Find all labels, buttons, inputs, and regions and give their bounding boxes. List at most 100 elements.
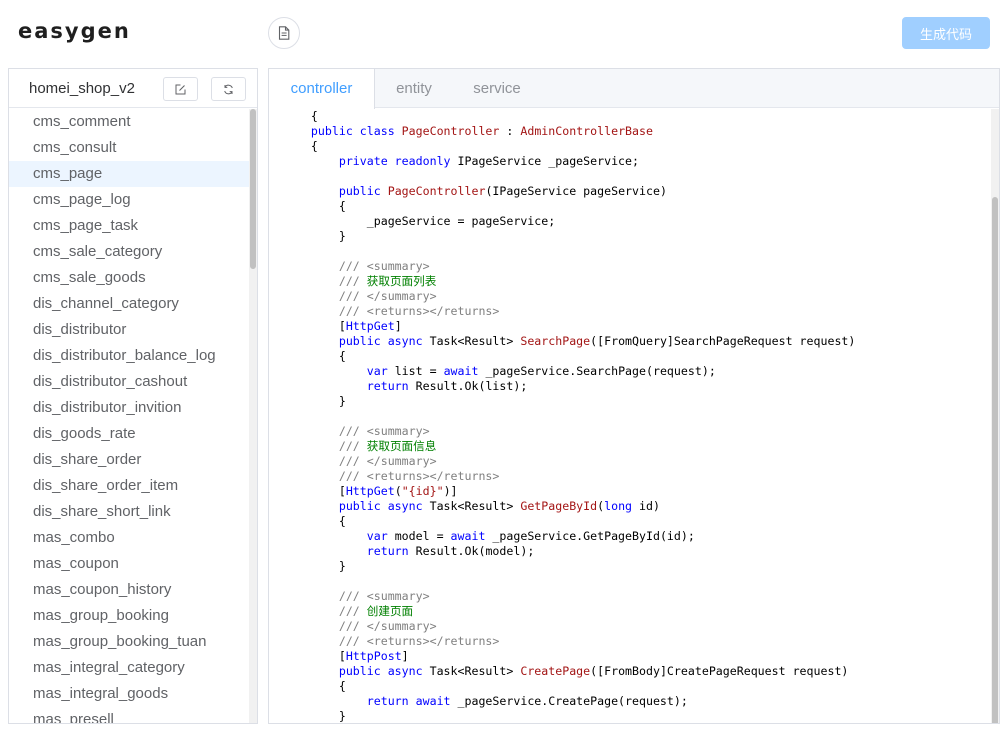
table-list-item[interactable]: cms_sale_category — [9, 239, 251, 265]
sidebar-scrollbar[interactable] — [249, 109, 257, 723]
table-list-item[interactable]: mas_combo — [9, 525, 251, 551]
code-line: public class PageController : AdminContr… — [283, 124, 991, 139]
code-scrollbar-thumb[interactable] — [992, 197, 998, 723]
code-token: { — [283, 514, 346, 528]
table-list-item[interactable]: mas_presell — [9, 707, 251, 723]
code-scrollbar[interactable] — [991, 109, 999, 723]
code-line: /// <returns></returns> — [283, 304, 991, 319]
code-line: public async Task<Result> CreatePage([Fr… — [283, 664, 991, 679]
table-list-item[interactable]: cms_consult — [9, 135, 251, 161]
code-token: ([FromQuery]SearchPageRequest request) — [590, 334, 856, 348]
table-list-item[interactable]: mas_group_booking — [9, 603, 251, 629]
code-line: } — [283, 559, 991, 574]
code-line: /// </summary> — [283, 619, 991, 634]
code-line: /// </summary> — [283, 289, 991, 304]
code-line: { — [283, 199, 991, 214]
table-list-item[interactable]: dis_distributor_balance_log — [9, 343, 251, 369]
table-list-item[interactable]: mas_integral_category — [9, 655, 251, 681]
code-token: Task<Result> — [429, 334, 521, 348]
code-token: _pageService.SearchPage(request); — [485, 364, 716, 378]
code-line: /// 创建页面 — [283, 604, 991, 619]
code-token: await — [450, 529, 493, 543]
table-list-item[interactable]: cms_page_task — [9, 213, 251, 239]
table-list-item[interactable]: mas_group_booking_tuan — [9, 629, 251, 655]
code-token: /// </summary> — [338, 454, 437, 468]
code-token: public class — [310, 124, 402, 138]
tab-entity[interactable]: entity — [375, 69, 453, 108]
code-line: var list = await _pageService.SearchPage… — [283, 364, 991, 379]
table-list-item[interactable]: mas_integral_goods — [9, 681, 251, 707]
code-token: { — [283, 139, 318, 153]
code-token: _pageService = pageService; — [283, 214, 556, 228]
table-list-item[interactable]: mas_coupon_history — [9, 577, 251, 603]
code-token: long — [604, 499, 640, 513]
code-token: } — [283, 709, 346, 723]
generate-code-button[interactable]: 生成代码 — [902, 17, 990, 49]
table-list-item[interactable]: cms_sale_goods — [9, 265, 251, 291]
sidebar-scrollbar-thumb[interactable] — [250, 109, 256, 269]
app-logo: easygen — [18, 19, 131, 43]
table-list-item[interactable]: dis_share_order — [9, 447, 251, 473]
code-token: { — [283, 679, 346, 693]
code-token: var — [366, 529, 395, 543]
code-line: public async Task<Result> GetPageById(lo… — [283, 499, 991, 514]
code-line: return Result.Ok(list); — [283, 379, 991, 394]
code-token: Result.Ok(model); — [415, 544, 535, 558]
refresh-button[interactable] — [211, 77, 246, 101]
code-token: /// — [338, 439, 367, 453]
code-line: /// <summary> — [283, 589, 991, 604]
code-view[interactable]: { public class PageController : AdminCon… — [269, 109, 991, 723]
code-line: [HttpPost] — [283, 649, 991, 664]
code-token: HttpGet — [345, 484, 395, 498]
code-line: { — [283, 139, 991, 154]
table-list-item[interactable]: cms_comment — [9, 109, 251, 135]
table-list-item[interactable]: dis_distributor_invition — [9, 395, 251, 421]
table-list-item[interactable]: cms_page_log — [9, 187, 251, 213]
table-list-item[interactable]: dis_goods_rate — [9, 421, 251, 447]
code-line: { — [283, 514, 991, 529]
code-line: { — [283, 349, 991, 364]
code-token: list = — [394, 364, 444, 378]
app-header: easygen 生成代码 — [0, 0, 1008, 68]
edit-button[interactable] — [163, 77, 198, 101]
table-list: cms_comment cms_consult cms_page cms_page_l… — [9, 109, 251, 723]
document-button[interactable] — [268, 17, 300, 49]
tab-controller[interactable]: controller — [269, 69, 375, 109]
code-token: public async — [338, 664, 430, 678]
code-token: model = — [394, 529, 451, 543]
table-list-item[interactable]: dis_share_short_link — [9, 499, 251, 525]
code-token: 创建页面 — [366, 604, 414, 618]
code-token: GetPageById — [520, 499, 598, 513]
table-list-item[interactable]: dis_share_order_item — [9, 473, 251, 499]
database-name: homei_shop_v2 — [29, 80, 135, 97]
code-token: HttpPost — [345, 649, 402, 663]
table-list-item[interactable]: dis_channel_category — [9, 291, 251, 317]
code-line: { — [283, 679, 991, 694]
table-list-item[interactable]: dis_distributor_cashout — [9, 369, 251, 395]
code-token: public async — [338, 334, 430, 348]
code-token: : — [499, 124, 521, 138]
code-token: /// <summary> — [338, 259, 430, 273]
table-list-item[interactable]: cms_page — [9, 161, 251, 187]
code-token: } — [283, 229, 346, 243]
table-list-item[interactable]: dis_distributor — [9, 317, 251, 343]
code-token: _pageService.CreatePage(request); — [457, 694, 688, 708]
table-list-item[interactable]: mas_coupon — [9, 551, 251, 577]
code-line: var model = await _pageService.GetPageBy… — [283, 529, 991, 544]
code-token: [ — [283, 649, 346, 663]
code-line: } — [283, 394, 991, 409]
code-token: /// <returns></returns> — [338, 634, 500, 648]
refresh-icon — [224, 84, 233, 94]
code-line: [HttpGet] — [283, 319, 991, 334]
code-token: /// — [338, 604, 367, 618]
tab-service[interactable]: service — [453, 69, 541, 108]
